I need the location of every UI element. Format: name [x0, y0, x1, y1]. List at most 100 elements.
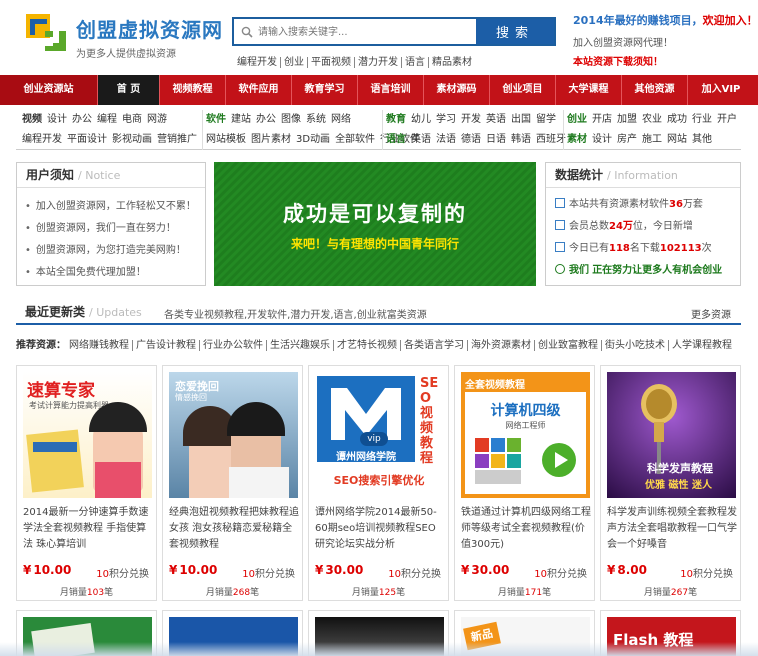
hero-banner[interactable]: 成功是可以复制的 来吧！与有理想的中国青年同行	[214, 162, 536, 286]
points-exchange[interactable]: 10积分兑换	[534, 565, 587, 580]
nav-item-other[interactable]: 其他资源	[622, 75, 688, 105]
product-image[interactable]: vip 谭州网络学院 SEO视频教程 SEO搜索引擎优化	[315, 372, 444, 498]
points-exchange[interactable]: 10积分兑换	[388, 565, 441, 580]
product-title[interactable]: 铁道通过计算机四级网络工程师等级考试全套视频教程(价值300元)	[461, 505, 591, 553]
subnav-link[interactable]: 开发	[461, 114, 481, 125]
subnav-link[interactable]: 施工	[642, 134, 662, 145]
search-input[interactable]	[258, 23, 470, 41]
nav-item-language[interactable]: 语言培训	[358, 75, 424, 105]
notice-item[interactable]: 创盟资源网，我们一直在努力！	[25, 218, 205, 240]
nav-item-video[interactable]: 视频教程	[160, 75, 226, 105]
logo-icon[interactable]	[25, 13, 67, 53]
promo-download-notice[interactable]: 本站资源下载须知！	[573, 53, 663, 68]
nav-item-startup-site[interactable]: 创业资源站	[0, 75, 98, 105]
hot-keyword[interactable]: 语言	[402, 57, 429, 68]
subnav-key[interactable]: 教育	[386, 114, 406, 125]
nav-item-home[interactable]: 首 页	[98, 75, 160, 105]
nav-item-software[interactable]: 软件应用	[226, 75, 292, 105]
tag-link[interactable]: 广告设计教程	[133, 340, 200, 351]
subnav-link[interactable]: 网游	[147, 114, 167, 125]
tag-link[interactable]: 行业办公软件	[200, 340, 267, 351]
subnav-link[interactable]: 平面设计	[67, 134, 107, 145]
product-image[interactable]: 恋爱挽回 情感挽回	[169, 372, 298, 498]
tag-link[interactable]: 各类语言学习	[401, 340, 468, 351]
subnav-link[interactable]: 行业	[692, 114, 712, 125]
product-title[interactable]: 谭州网络学院2014最新50-60期seo培训视频教程SEO研究论坛实战分析	[315, 505, 445, 553]
subnav-link[interactable]: 编程开发	[22, 134, 62, 145]
hot-keyword[interactable]: 创业	[281, 57, 308, 68]
subnav-link[interactable]: 3D动画	[296, 134, 330, 145]
product-title[interactable]: 科学发声训练视频全套教程发声方法全套唱歌教程一口气学会一个好嗓音	[607, 505, 737, 553]
notice-item[interactable]: 加入创盟资源网，工作轻松又不累！	[25, 196, 205, 218]
subnav-link[interactable]: 出国	[511, 114, 531, 125]
tag-link[interactable]: 创业致富教程	[535, 340, 602, 351]
subnav-link[interactable]: 法语	[436, 134, 456, 145]
subnav-link[interactable]: 开店	[592, 114, 612, 125]
subnav-link[interactable]: 全部软件	[335, 134, 375, 145]
subnav-link[interactable]: 编程	[97, 114, 117, 125]
subnav-link[interactable]: 农业	[642, 114, 662, 125]
hot-keyword[interactable]: 精品素材	[429, 57, 475, 68]
notice-item[interactable]: 本站全国免费代理加盟！	[25, 262, 205, 284]
product-card[interactable]: vip 谭州网络学院 SEO视频教程 SEO搜索引擎优化 谭州网络学院2014最…	[308, 365, 449, 601]
subnav-link[interactable]: 图像	[281, 114, 301, 125]
subnav-key[interactable]: 创业	[567, 114, 587, 125]
subnav-key[interactable]: 软件	[206, 114, 226, 125]
subnav-link[interactable]: 营销推广	[157, 134, 197, 145]
subnav-link[interactable]: 韩语	[511, 134, 531, 145]
hot-keyword[interactable]: 平面视频	[308, 57, 355, 68]
subnav-link[interactable]: 房产	[617, 134, 637, 145]
subnav-link[interactable]: 开户	[717, 114, 737, 125]
site-title[interactable]: 创盟虚拟资源网	[76, 14, 223, 43]
product-image[interactable]: 全套视频教程 计算机四级 网络工程师	[461, 372, 590, 498]
subnav-link[interactable]: 电商	[122, 114, 142, 125]
tag-link[interactable]: 生活兴趣娱乐	[267, 340, 334, 351]
subnav-link[interactable]: 系统	[306, 114, 326, 125]
product-title[interactable]: 经典泡妞视频教程把妹教程追女孩 泡女孩秘籍恋爱秘籍全套视频教程	[169, 505, 299, 553]
tag-link[interactable]: 人学课程教程	[669, 340, 735, 351]
product-card[interactable]: 恋爱挽回 情感挽回 经典泡妞视频教程把妹教程追女孩 泡女孩秘籍恋爱秘籍全套视频教…	[162, 365, 303, 601]
tag-link[interactable]: 才艺特长视频	[334, 340, 401, 351]
search-button[interactable]: 搜索	[476, 19, 554, 44]
nav-item-vip[interactable]: 加入VIP	[688, 75, 754, 105]
subnav-link[interactable]: 影视动画	[112, 134, 152, 145]
subnav-link[interactable]: 日语	[486, 134, 506, 145]
subnav-link[interactable]: 办公	[256, 114, 276, 125]
subnav-link[interactable]: 留学	[536, 114, 556, 125]
subnav-link[interactable]: 网站	[667, 134, 687, 145]
subnav-link[interactable]: 德语	[461, 134, 481, 145]
subnav-link[interactable]: 建站	[231, 114, 251, 125]
subnav-link[interactable]: 英语	[486, 114, 506, 125]
subnav-link[interactable]: 其他	[692, 134, 712, 145]
subnav-key[interactable]: 语言	[386, 134, 406, 145]
promo-headline[interactable]: 2014年最好的赚钱项目，欢迎加入！	[573, 12, 758, 28]
subnav-link[interactable]: 设计	[47, 114, 67, 125]
subnav-link[interactable]: 网站模板	[206, 134, 246, 145]
tag-link[interactable]: 网络赚钱教程	[66, 340, 133, 351]
product-card[interactable]: 速算专家 考试计算能力提高利器 2014最新一分钟速算手数速学法全套视频教程 手…	[16, 365, 157, 601]
subnav-link[interactable]: 办公	[72, 114, 92, 125]
hot-keyword[interactable]: 编程开发	[234, 57, 281, 68]
nav-item-materials[interactable]: 素材源码	[424, 75, 490, 105]
more-resources-link[interactable]: 更多资源	[691, 306, 731, 321]
product-card[interactable]: 全套视频教程 计算机四级 网络工程师 铁道通过计算机四级网络工程师等级考试全套视…	[454, 365, 595, 601]
subnav-key[interactable]: 视频	[22, 114, 42, 125]
points-exchange[interactable]: 10积分兑换	[242, 565, 295, 580]
subnav-link[interactable]: 图片素材	[251, 134, 291, 145]
subnav-link[interactable]: 英语	[411, 134, 431, 145]
points-exchange[interactable]: 10积分兑换	[96, 565, 149, 580]
product-image[interactable]: 科学发声教程 优雅 磁性 迷人	[607, 372, 736, 498]
promo-agent-link[interactable]: 加入创盟资源网代理！	[573, 34, 673, 49]
hot-keyword[interactable]: 潜力开发	[355, 57, 402, 68]
subnav-key[interactable]: 素材	[567, 134, 587, 145]
product-card[interactable]: 科学发声教程 优雅 磁性 迷人 科学发声训练视频全套教程发声方法全套唱歌教程一口…	[600, 365, 741, 601]
nav-item-college[interactable]: 大学课程	[556, 75, 622, 105]
subnav-link[interactable]: 西班牙	[536, 134, 566, 145]
subnav-link[interactable]: 学习	[436, 114, 456, 125]
subnav-link[interactable]: 网络	[331, 114, 351, 125]
product-title[interactable]: 2014最新一分钟速算手数速学法全套视频教程 手指使算法 珠心算培训	[23, 505, 153, 553]
product-image[interactable]: 速算专家 考试计算能力提高利器	[23, 372, 152, 498]
subnav-link[interactable]: 设计	[592, 134, 612, 145]
points-exchange[interactable]: 10积分兑换	[680, 565, 733, 580]
subnav-link[interactable]: 成功	[667, 114, 687, 125]
